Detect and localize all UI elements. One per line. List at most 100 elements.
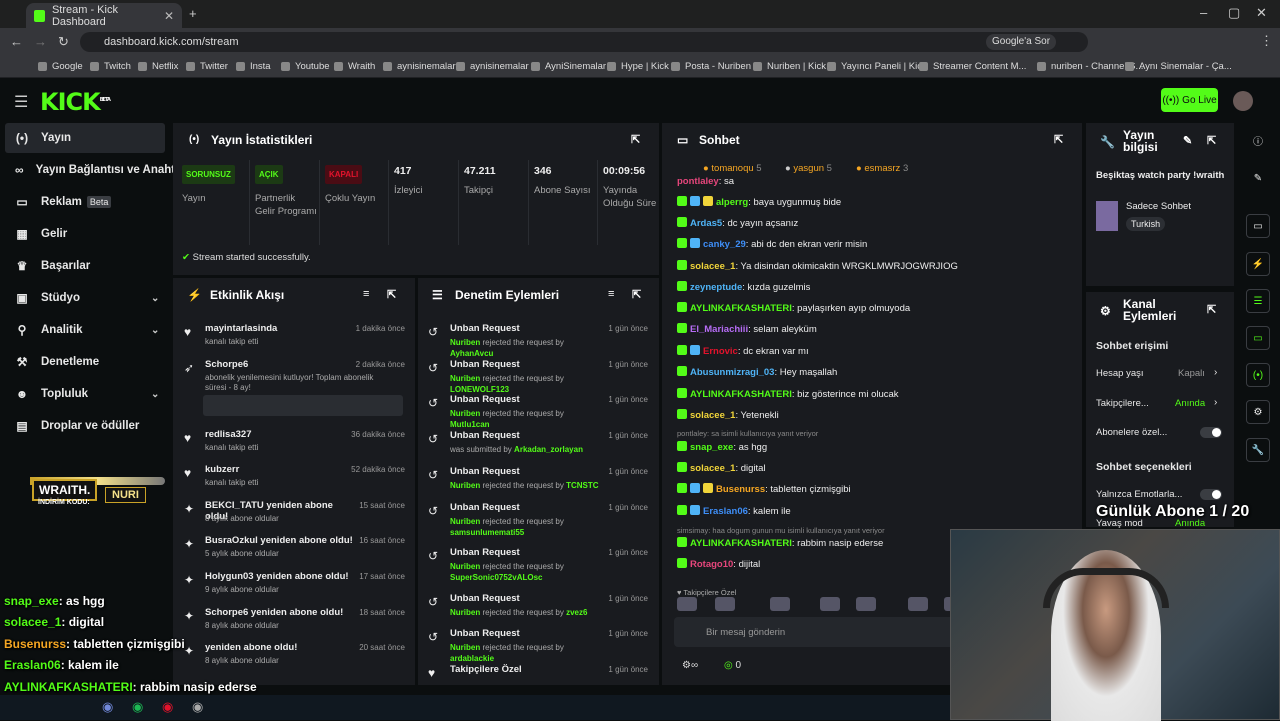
chat-username[interactable]: Ernovic (703, 346, 738, 357)
points-display[interactable]: ◎ 0 (724, 660, 741, 671)
chat-username[interactable]: AYLINKAFKASHATERI (690, 303, 792, 314)
chat-username[interactable]: Ardas5 (690, 218, 722, 229)
hamburger-menu-icon[interactable]: ☰ (14, 92, 28, 112)
emote-icon[interactable] (715, 597, 735, 611)
forward-icon[interactable]: → (34, 34, 47, 49)
bookmark-item[interactable]: Streamer Content M... (933, 61, 1026, 72)
gifter[interactable]: ● yasgun 5 (785, 163, 832, 174)
chevron-down-icon[interactable]: ⌄ (151, 325, 159, 336)
spotify-icon[interactable]: ◉ (132, 699, 143, 715)
moderator-name[interactable]: Nuriben (450, 481, 480, 490)
chat-username[interactable]: Busenurss (716, 484, 765, 495)
target-user[interactable]: ardablackie (450, 654, 494, 663)
moderator-name[interactable]: Nuriben (450, 338, 480, 347)
popout-icon[interactable]: ⇱ (632, 288, 641, 301)
back-icon[interactable]: ← (10, 34, 23, 49)
info-icon[interactable]: ⓘ (1246, 128, 1270, 152)
target-user[interactable]: TCNSTC (566, 481, 598, 490)
target-user[interactable]: Mutlu1can (450, 420, 490, 429)
sidebar-item-st-dyo[interactable]: ▣ Stüdyo ⌄ (5, 283, 165, 313)
maximize-icon[interactable]: ▢ (1228, 5, 1240, 21)
moderator-name[interactable]: Nuriben (450, 409, 480, 418)
moderator-name[interactable]: Nuriben (450, 643, 480, 652)
url-bar[interactable]: dashboard.kick.com/stream (80, 32, 1088, 52)
account-age-value[interactable]: Kapalı (1178, 368, 1205, 379)
chat-icon[interactable]: ▭ (1246, 326, 1270, 350)
edit-icon[interactable]: ✎ (1246, 166, 1270, 190)
target-user[interactable]: LONEWOLF123 (450, 385, 509, 394)
chat-username[interactable]: AYLINKAFKASHATERI (690, 389, 792, 400)
list-icon[interactable]: ☰ (1246, 289, 1270, 313)
sidebar-item-reklam[interactable]: ▭ Reklam Beta (5, 187, 165, 217)
chevron-down-icon[interactable]: ⌄ (151, 293, 159, 304)
target-user[interactable]: SuperSonic0752vALOsc (450, 573, 542, 582)
lightning-icon[interactable]: ⚡ (1246, 252, 1270, 276)
kick-logo[interactable]: KICKBETA (40, 88, 111, 116)
emote-icon[interactable] (677, 597, 697, 611)
chevron-right-icon[interactable]: › (1214, 367, 1217, 378)
followers-value[interactable]: Anında (1175, 398, 1205, 409)
layout-icon[interactable]: ▭ (1246, 214, 1270, 238)
chat-username[interactable]: snap_exe (690, 442, 733, 453)
reload-icon[interactable]: ↻ (58, 34, 69, 50)
minimize-icon[interactable]: – (1200, 5, 1207, 20)
bookmark-item[interactable]: Insta (250, 61, 271, 72)
target-user[interactable]: zvez6 (566, 608, 587, 617)
bookmark-item[interactable]: aynisinemalar (397, 61, 456, 72)
moderator-name[interactable]: Nuriben (450, 517, 480, 526)
chat-username[interactable]: solacee_1 (690, 261, 735, 272)
chat-username[interactable]: Eraslan06 (703, 506, 748, 517)
chevron-right-icon[interactable]: › (1214, 397, 1217, 408)
sidebar-item-yay-n-ba-lant-s-ve-anahtar[interactable]: ∞ Yayın Bağlantısı ve Anahtar (5, 155, 186, 185)
bookmark-item[interactable]: Twitter (200, 61, 228, 72)
emote-only-toggle[interactable] (1200, 489, 1222, 500)
sidebar-item-topluluk[interactable]: ☻ Topluluk ⌄ (5, 379, 165, 409)
user-avatar[interactable] (1233, 91, 1253, 111)
sidebar-item-analitik[interactable]: ⚲ Analitik ⌄ (5, 315, 165, 345)
moderator-name[interactable]: Nuriben (450, 562, 480, 571)
chat-input[interactable]: Bir mesaj gönderin (674, 617, 964, 647)
gifter[interactable]: ● tomanoqu 5 (703, 163, 762, 174)
sidebar-item-yay-n[interactable]: (•) Yayın (5, 123, 165, 153)
sidebar-item-droplar-ve-d-ller[interactable]: ▤ Droplar ve ödüller (5, 411, 165, 441)
close-tab-icon[interactable]: ✕ (164, 9, 174, 23)
chat-username[interactable]: pontlaley (677, 176, 719, 187)
bookmark-item[interactable]: Twitch (104, 61, 131, 72)
chat-settings-icon[interactable]: ⚙∞ (682, 660, 698, 671)
popout-icon[interactable]: ⇱ (631, 133, 640, 146)
bookmark-item[interactable]: Posta - Nuriben (685, 61, 751, 72)
sidebar-item-ba-ar-lar[interactable]: ♛ Başarılar (5, 251, 165, 281)
target-user[interactable]: samsunlumemati55 (450, 528, 524, 537)
subscribers-only-toggle[interactable] (1200, 427, 1222, 438)
edit-icon[interactable]: ✎ (1183, 134, 1192, 147)
new-tab-icon[interactable]: + (189, 6, 197, 21)
google-ask-button[interactable]: Google'a Sor (986, 34, 1057, 50)
emote-icon[interactable] (770, 597, 790, 611)
chat-username[interactable]: AYLINKAFKASHATERI (690, 538, 792, 549)
target-user[interactable]: Arkadan_zorlayan (514, 445, 583, 454)
chat-username[interactable]: solacee_1 (690, 410, 735, 421)
popout-icon[interactable]: ⇱ (387, 288, 396, 301)
filter-icon[interactable]: ≡ (363, 288, 369, 300)
bookmark-item[interactable]: Wraith (348, 61, 375, 72)
popout-icon[interactable]: ⇱ (1207, 303, 1216, 316)
sidebar-item-gelir[interactable]: ▦ Gelir (5, 219, 165, 249)
go-live-button[interactable]: ((•)) Go Live (1161, 88, 1218, 112)
emote-icon[interactable] (908, 597, 928, 611)
target-user[interactable]: AyhanAvcu (450, 349, 493, 358)
popout-icon[interactable]: ⇱ (1054, 133, 1063, 146)
bookmark-item[interactable]: aynisinemalar (470, 61, 529, 72)
bookmark-item[interactable]: Google (52, 61, 83, 72)
chat-username[interactable]: solacee_1 (690, 463, 735, 474)
app-icon[interactable]: ◉ (162, 699, 173, 715)
chat-username[interactable]: alperrg (716, 197, 748, 208)
broadcast-icon[interactable]: (•) (1246, 363, 1270, 387)
filter-icon[interactable]: ≡ (608, 288, 614, 300)
chat-username[interactable]: El_Mariachiii (690, 324, 748, 335)
close-window-icon[interactable]: ✕ (1256, 5, 1267, 21)
bookmark-item[interactable]: Netflix (152, 61, 178, 72)
emote-icon[interactable] (856, 597, 876, 611)
bookmark-item[interactable]: Nuriben | Kick (767, 61, 826, 72)
chat-username[interactable]: Rotago10 (690, 559, 733, 570)
gifter[interactable]: ● esmasrz 3 (856, 163, 908, 174)
